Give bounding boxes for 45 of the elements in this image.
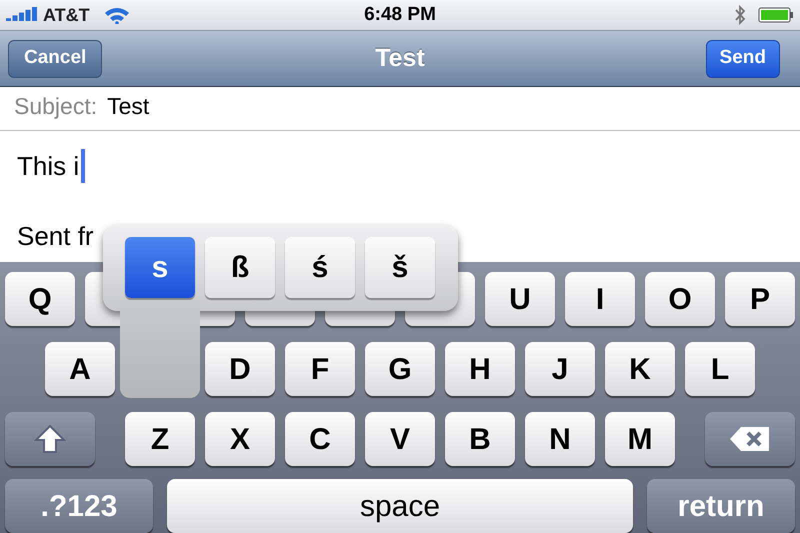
space-key[interactable]: space (167, 479, 633, 533)
send-button[interactable]: Send (706, 40, 780, 78)
cancel-button[interactable]: Cancel (8, 40, 102, 78)
subject-label: Subject: (14, 92, 98, 122)
key[interactable]: D (205, 342, 275, 396)
key[interactable]: P (725, 272, 795, 326)
shift-icon (34, 424, 66, 454)
key[interactable]: X (205, 412, 275, 466)
return-key[interactable]: return (647, 479, 795, 533)
clock: 6:48 PM (364, 2, 436, 27)
bluetooth-icon (734, 4, 746, 26)
body-text: This i (17, 150, 80, 182)
key[interactable]: B (445, 412, 515, 466)
accent-key[interactable]: ś (285, 237, 355, 298)
wifi-icon (104, 6, 130, 24)
key[interactable]: K (605, 342, 675, 396)
key[interactable]: O (645, 272, 715, 326)
numbers-key[interactable]: .?123 (5, 479, 153, 533)
body-text: Sent fr (17, 220, 94, 252)
signal-icon (6, 7, 38, 23)
battery-icon (758, 7, 794, 23)
key[interactable]: L (685, 342, 755, 396)
accent-key[interactable]: š (365, 237, 435, 298)
key[interactable]: I (565, 272, 635, 326)
carrier-name: AT&T (43, 4, 90, 26)
delete-key[interactable] (705, 412, 795, 466)
key[interactable]: H (445, 342, 515, 396)
backspace-icon (729, 426, 771, 452)
key[interactable]: G (365, 342, 435, 396)
key[interactable]: F (285, 342, 355, 396)
key[interactable]: V (365, 412, 435, 466)
key[interactable]: A (45, 342, 115, 396)
key[interactable]: M (605, 412, 675, 466)
window-title: Test (375, 42, 425, 74)
shift-key[interactable] (5, 412, 95, 466)
text-cursor (81, 149, 86, 183)
key[interactable]: U (485, 272, 555, 326)
subject-field[interactable]: Test (107, 89, 150, 124)
key[interactable]: Z (125, 412, 195, 466)
key[interactable]: Q (5, 272, 75, 326)
accent-key[interactable]: ß (205, 237, 275, 298)
accent-key[interactable]: s (125, 237, 195, 298)
key[interactable]: N (525, 412, 595, 466)
key[interactable]: C (285, 412, 355, 466)
key[interactable]: J (525, 342, 595, 396)
